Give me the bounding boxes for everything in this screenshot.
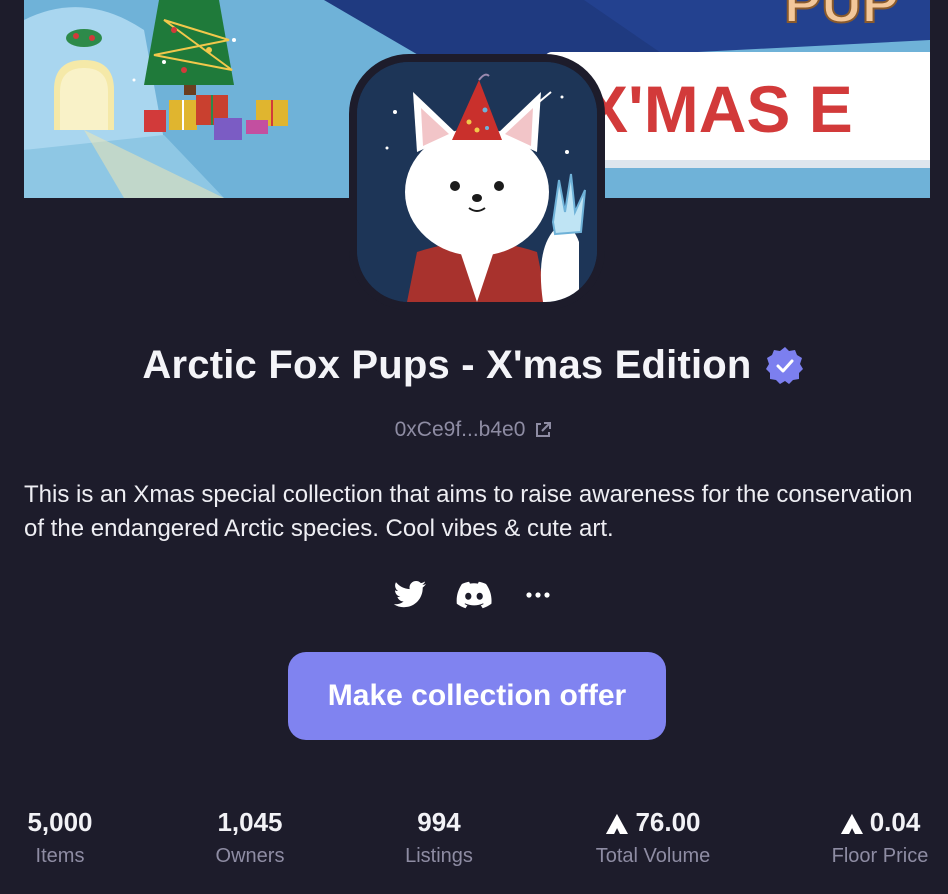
contract-address-row[interactable]: 0xCe9f...b4e0 bbox=[0, 418, 948, 442]
stat-listings: 994 Listings bbox=[388, 805, 490, 868]
social-links bbox=[0, 578, 948, 612]
make-collection-offer-button[interactable]: Make collection offer bbox=[288, 652, 666, 740]
stat-label: Owners bbox=[215, 845, 285, 867]
stat-label: Items bbox=[35, 845, 85, 867]
stat-owners: 1,045 Owners bbox=[200, 805, 300, 868]
banner-top-text: PUP bbox=[784, 0, 899, 34]
stat-label: Listings bbox=[405, 845, 473, 867]
stat-label: Total Volume bbox=[595, 845, 711, 867]
stat-floor-price: 0.04 Floor Price bbox=[826, 805, 934, 868]
collection-stats: 5,000 Items 1,045 Owners 994 Listings 76… bbox=[0, 805, 948, 885]
more-icon[interactable] bbox=[520, 578, 556, 612]
contract-address[interactable]: 0xCe9f...b4e0 bbox=[395, 418, 526, 442]
external-link-icon[interactable] bbox=[533, 420, 553, 440]
collection-description: This is an Xmas special collection that … bbox=[24, 481, 913, 542]
avax-icon bbox=[605, 811, 629, 834]
collection-page: PUP X'MAS E Arctic Fox Pups - X'mas Edit… bbox=[0, 0, 948, 894]
stat-value: 1,045 bbox=[217, 806, 283, 837]
collection-avatar-frame bbox=[349, 54, 605, 310]
stat-total-volume: 76.00 Total Volume bbox=[584, 805, 722, 868]
verified-badge-icon bbox=[764, 345, 806, 387]
avax-icon bbox=[840, 811, 864, 834]
stat-label: Floor Price bbox=[831, 845, 929, 867]
stat-value: 0.04 bbox=[826, 805, 934, 839]
stat-value: 5,000 bbox=[27, 806, 93, 837]
stat-value: 994 bbox=[417, 806, 461, 837]
stat-items: 5,000 Items bbox=[24, 805, 96, 868]
collection-title: Arctic Fox Pups - X'mas Edition bbox=[142, 343, 752, 387]
stat-value: 76.00 bbox=[584, 805, 722, 839]
twitter-icon[interactable] bbox=[392, 578, 428, 612]
banner-main-text: X'MAS E bbox=[584, 72, 853, 146]
collection-avatar bbox=[357, 62, 597, 302]
discord-icon[interactable] bbox=[456, 578, 492, 612]
collection-title-row: Arctic Fox Pups - X'mas Edition bbox=[0, 343, 948, 388]
